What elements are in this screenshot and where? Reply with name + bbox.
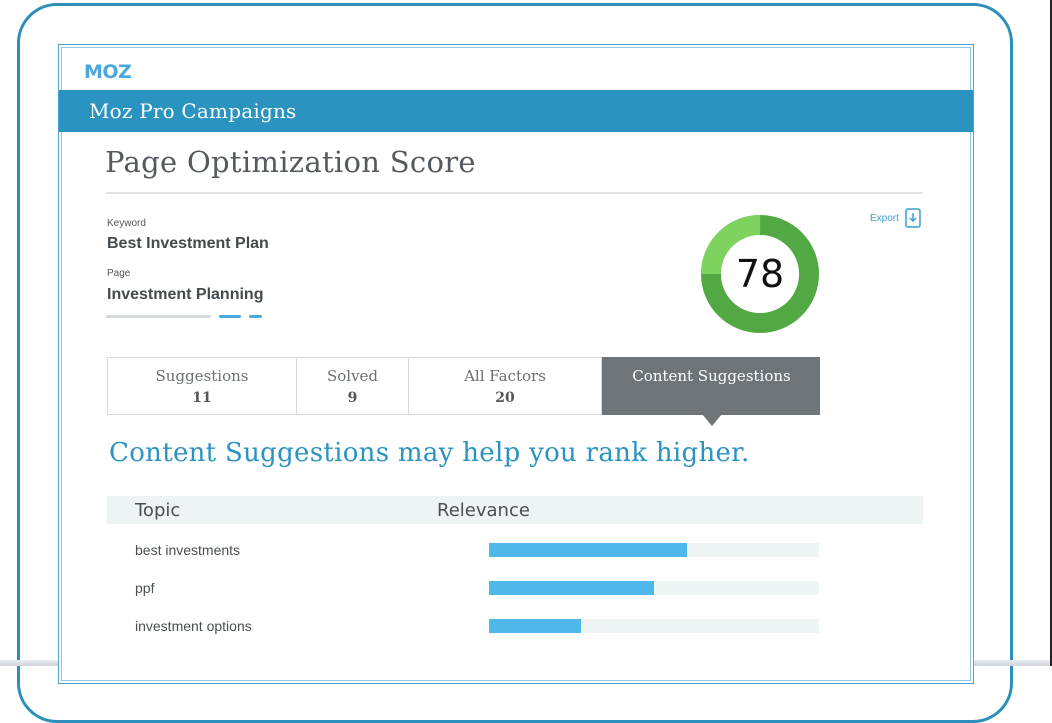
tab-label: Suggestions — [155, 367, 249, 385]
logo-text: MOZ — [84, 61, 131, 81]
meta-divider — [106, 315, 211, 318]
keyword-value: Best Investment Plan — [107, 235, 269, 252]
relevance-bar-track — [489, 543, 819, 557]
meta-accent-2 — [249, 315, 262, 318]
tab-label: Content Suggestions — [632, 367, 791, 385]
export-button[interactable]: Export — [870, 208, 921, 228]
page-label: Page — [107, 268, 131, 279]
table-header: Topic Relevance — [107, 496, 923, 524]
export-label: Export — [870, 212, 899, 224]
title-divider — [106, 192, 923, 194]
page-title: Page Optimization Score — [105, 145, 476, 179]
column-header-relevance: Relevance — [437, 500, 530, 521]
active-tab-pointer — [701, 414, 722, 426]
app-bar-title[interactable]: Moz Pro Campaigns — [89, 99, 297, 123]
tab-label: All Factors — [464, 367, 546, 385]
tab-label: Solved — [326, 367, 379, 385]
column-header-topic: Topic — [135, 500, 181, 521]
tab-solved[interactable]: Solved 9 — [296, 357, 408, 415]
table-row: best investments — [107, 539, 923, 563]
tab-all-factors[interactable]: All Factors 20 — [408, 357, 602, 415]
row-topic: best investments — [135, 542, 241, 558]
relevance-bar-fill — [489, 619, 582, 633]
tab-count: 11 — [192, 390, 212, 406]
tab-count: 20 — [495, 390, 515, 406]
tab-suggestions[interactable]: Suggestions 11 — [107, 357, 296, 415]
relevance-bar-fill — [489, 581, 654, 595]
app-bar: Moz Pro Campaigns — [59, 90, 973, 132]
table-row: ppf — [107, 577, 923, 601]
row-topic: ppf — [135, 580, 155, 596]
tab-bar: Suggestions 11 Solved 9 All Factors 20 C… — [107, 357, 820, 426]
tab-content-suggestions[interactable]: Content Suggestions — [602, 357, 820, 426]
keyword-label: Keyword — [107, 218, 146, 229]
screen: MOZ Moz Pro Campaigns Page Optimization … — [58, 44, 974, 684]
section-headline: Content Suggestions may help you rank hi… — [109, 438, 750, 468]
row-topic: investment options — [135, 618, 252, 634]
moz-logo[interactable]: MOZ — [84, 61, 148, 81]
relevance-bar-fill — [489, 543, 687, 557]
page-value[interactable]: Investment Planning — [107, 286, 263, 304]
relevance-bar-track — [489, 581, 819, 595]
relevance-bar-track — [489, 619, 819, 633]
score-value: 78 — [736, 252, 784, 296]
tab-count: 9 — [347, 390, 358, 406]
export-icon — [905, 208, 921, 228]
table-row: investment options — [107, 615, 923, 639]
meta-accent-1 — [219, 315, 241, 318]
score-ring: 78 — [701, 215, 819, 333]
